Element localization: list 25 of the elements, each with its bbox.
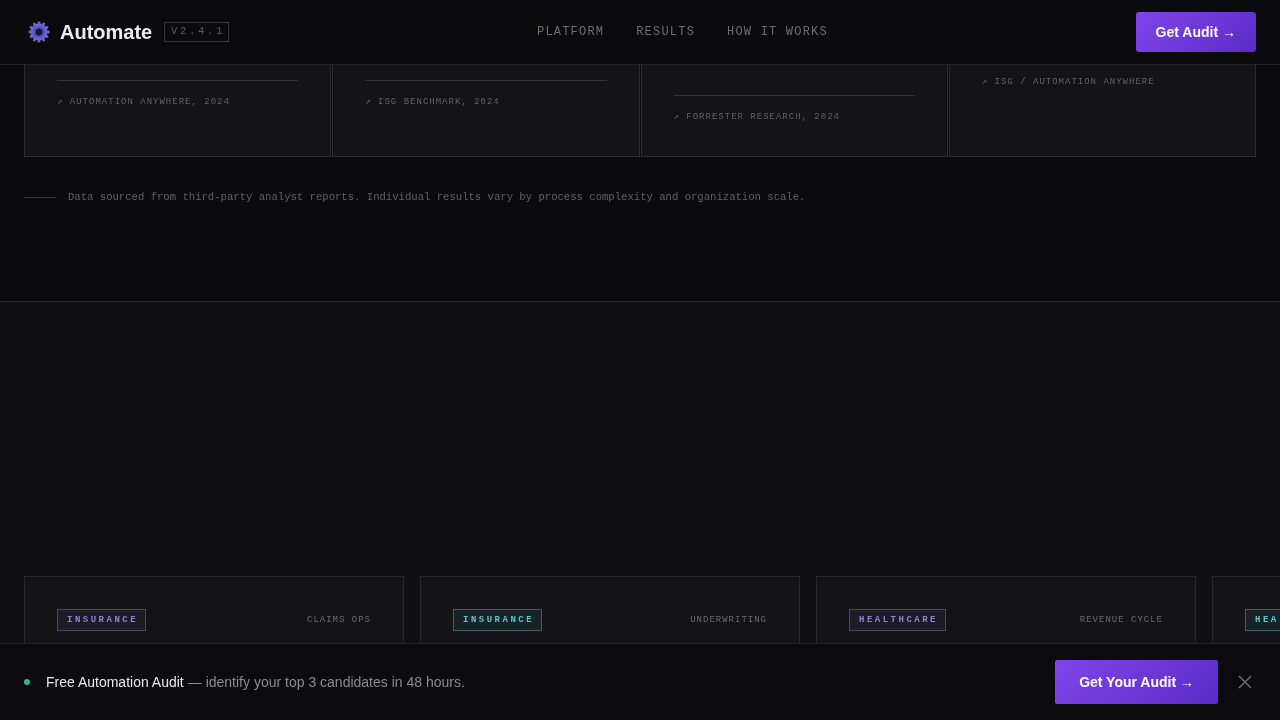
gear-icon xyxy=(28,21,50,43)
banner-message: — identify your top 3 candidates in 48 hours. xyxy=(187,674,465,690)
industry-tag: HEA xyxy=(1245,609,1280,631)
get-your-audit-button[interactable]: Get Your Audit → xyxy=(1055,660,1218,704)
source-text: ↗ FORRESTER RESEARCH, 2024 xyxy=(673,111,840,123)
source-text: ↗ AUTOMATION ANYWHERE, 2024 xyxy=(57,96,230,108)
process-label: REVENUE CYCLE xyxy=(1079,614,1163,626)
footnote-text: Data sourced from third-party analyst reports. Individual results vary by process complexity and organization scale. xyxy=(68,190,806,204)
industry-tag: INSURANCE xyxy=(57,609,147,631)
industry-tag: HEALTHCARE xyxy=(849,609,946,631)
process-label: CLAIMS OPS xyxy=(307,614,371,626)
status-dot-icon xyxy=(24,679,30,685)
process-label: UNDERWRITING xyxy=(690,614,767,626)
nav-link[interactable]: PLATFORM xyxy=(537,25,605,39)
close-icon xyxy=(1238,675,1252,689)
nav-link[interactable]: RESULTS xyxy=(636,25,696,39)
source-text: ↗ ISG BENCHMARK, 2024 xyxy=(365,96,500,108)
version-tag: V2.4.1 xyxy=(164,22,230,42)
close-button[interactable] xyxy=(1238,675,1252,689)
source-text: ↗ ISG / AUTOMATION ANYWHERE xyxy=(981,76,1155,88)
industry-tag: INSURANCE xyxy=(453,609,543,631)
nav-link[interactable]: HOW IT WORKS xyxy=(727,25,828,39)
banner-title: Free Automation Audit xyxy=(46,674,184,690)
brand-name: Automate xyxy=(60,20,153,44)
get-audit-button[interactable]: Get Audit → xyxy=(1135,12,1256,52)
